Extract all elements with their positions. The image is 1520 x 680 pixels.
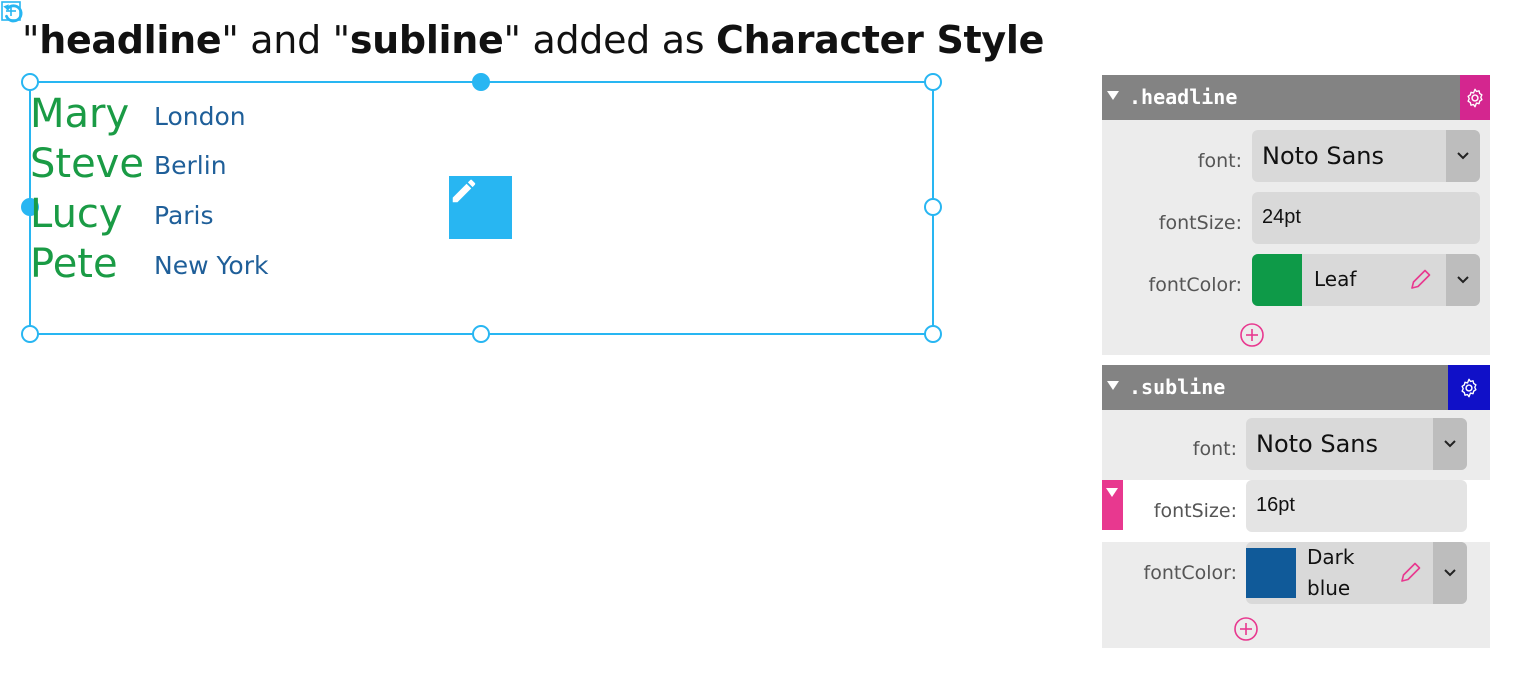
headline-text: Lucy (30, 191, 123, 237)
color-name: Dark (1307, 545, 1355, 569)
resize-handle-right (924, 198, 942, 216)
font-select[interactable]: Noto Sans (1252, 130, 1480, 182)
resize-handle-top-left (21, 73, 39, 91)
edit-text-button[interactable] (449, 176, 512, 239)
settings-button[interactable] (1460, 75, 1490, 120)
chevron-down-icon (1444, 569, 1456, 577)
add-property-icon[interactable] (1233, 616, 1259, 642)
dropdown-button[interactable] (1433, 418, 1467, 470)
font-row: font: Noto Sans (1102, 418, 1490, 480)
headline-text: Steve (30, 141, 144, 187)
resize-handle-bottom-left (21, 325, 39, 343)
collapse-triangle-icon[interactable] (1107, 91, 1119, 100)
style-panel-subline: .subline font: Noto Sans fontSize: 16pt … (1102, 365, 1490, 648)
font-color-select[interactable]: Dark blue (1246, 542, 1467, 604)
font-color-label: fontColor: (1148, 274, 1242, 296)
font-size-input[interactable]: 24pt (1252, 192, 1480, 244)
panel-header[interactable]: .subline (1102, 365, 1490, 410)
dropdown-button[interactable] (1446, 130, 1480, 182)
font-color-row: fontColor: Leaf (1102, 254, 1490, 316)
color-swatch (1246, 548, 1296, 598)
font-size-value: 24pt (1262, 206, 1301, 228)
font-size-label: fontSize: (1158, 212, 1242, 234)
text-frame[interactable]: Mary Steve Lucy Pete London Berlin Paris… (0, 0, 1000, 420)
chevron-down-icon (1444, 440, 1456, 448)
style-class-name: .subline (1129, 375, 1226, 399)
resize-handle-bottom (472, 325, 490, 343)
style-class-name: .headline (1129, 85, 1238, 109)
font-size-value: 16pt (1256, 494, 1295, 516)
settings-button[interactable] (1448, 365, 1490, 410)
font-size-input[interactable]: 16pt (1246, 480, 1467, 532)
pencil-icon[interactable] (1396, 559, 1424, 587)
chevron-down-icon (1457, 276, 1469, 284)
font-color-label: fontColor: (1143, 562, 1237, 584)
dropdown-button[interactable] (1433, 542, 1467, 604)
color-name: blue (1307, 576, 1351, 600)
chevron-down-icon (1457, 152, 1469, 160)
font-size-row: fontSize: 24pt (1102, 192, 1490, 254)
font-size-row: fontSize: 16pt (1102, 480, 1490, 542)
headline-text: Pete (30, 241, 118, 287)
font-size-label: fontSize: (1153, 500, 1237, 522)
font-color-select[interactable]: Leaf (1252, 254, 1480, 306)
panel-header[interactable]: .headline (1102, 75, 1490, 120)
gear-icon (1461, 378, 1477, 397)
subline-text: London (154, 102, 246, 131)
font-row: font: Noto Sans (1102, 130, 1490, 192)
font-label: font: (1192, 438, 1237, 460)
pencil-icon (452, 179, 476, 203)
subline-text: Berlin (154, 151, 227, 180)
resize-handle-bottom-right (924, 325, 942, 343)
font-label: font: (1197, 150, 1242, 172)
rotate-icon[interactable] (0, 0, 26, 26)
font-color-row: fontColor: Dark blue (1102, 542, 1490, 604)
pencil-icon[interactable] (1406, 266, 1434, 294)
resize-handle-top (472, 73, 490, 91)
add-property-icon[interactable] (1239, 322, 1265, 348)
collapse-triangle-icon (1106, 488, 1118, 497)
style-panel-headline: .headline font: Noto Sans fontSize: 24pt… (1102, 75, 1490, 355)
font-select[interactable]: Noto Sans (1246, 418, 1467, 470)
resize-handle-top-right (924, 73, 942, 91)
color-name: Leaf (1314, 267, 1357, 291)
subline-text: Paris (154, 201, 214, 230)
subline-text: New York (154, 251, 269, 280)
gear-icon (1467, 88, 1483, 107)
collapse-triangle-icon[interactable] (1107, 381, 1119, 390)
color-swatch (1252, 254, 1302, 306)
dropdown-button[interactable] (1446, 254, 1480, 306)
headline-text: Mary (30, 91, 130, 137)
font-value: Noto Sans (1262, 142, 1385, 170)
font-value: Noto Sans (1256, 430, 1379, 458)
